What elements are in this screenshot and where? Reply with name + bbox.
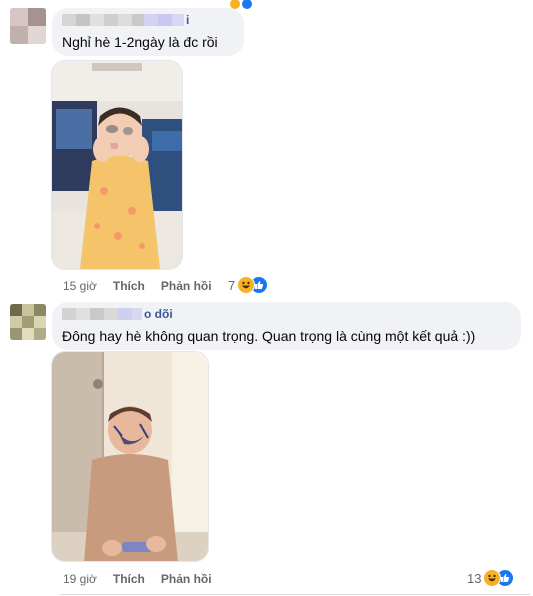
comment-actions: 15 giờ Thích Phản hồi — [63, 279, 212, 293]
comment-text: Đông hay hè không quan trọng. Quan trọng… — [62, 328, 476, 344]
comment-time[interactable]: 19 giờ — [63, 572, 97, 586]
comment-bubble: o dõi Đông hay hè không quan trọng. Quan… — [52, 302, 521, 350]
reply-button[interactable]: Phản hồi — [161, 279, 212, 293]
haha-icon — [237, 276, 256, 294]
comment-photo[interactable] — [51, 60, 183, 270]
blurred-name — [62, 308, 76, 320]
author-name[interactable]: i — [62, 13, 189, 27]
reaction-summary[interactable]: 7 — [228, 276, 269, 294]
haha-icon — [483, 569, 502, 587]
avatar[interactable] — [10, 304, 46, 340]
divider — [60, 594, 530, 595]
reply-button[interactable]: Phản hồi — [161, 572, 212, 586]
top-partial-reactions — [230, 0, 270, 9]
comment-time[interactable]: 15 giờ — [63, 279, 97, 293]
avatar[interactable] — [10, 8, 46, 44]
reaction-count: 7 — [228, 277, 236, 293]
author-name-visible[interactable]: o dõi — [144, 307, 173, 321]
blurred-name — [62, 14, 76, 26]
comment-text: Nghỉ hè 1-2ngày là đc rồi — [62, 34, 218, 50]
author-name-visible[interactable]: i — [186, 13, 189, 27]
reaction-summary[interactable]: 13 — [467, 569, 515, 587]
like-button[interactable]: Thích — [113, 572, 145, 586]
author-name[interactable]: o dõi — [62, 307, 173, 321]
reaction-count: 13 — [467, 570, 482, 586]
like-button[interactable]: Thích — [113, 279, 145, 293]
comment-photo[interactable] — [51, 351, 209, 562]
like-icon — [242, 0, 252, 9]
comment-actions: 19 giờ Thích Phản hồi — [63, 572, 212, 586]
comment-bubble: i Nghỉ hè 1-2ngày là đc rồi — [52, 8, 244, 56]
